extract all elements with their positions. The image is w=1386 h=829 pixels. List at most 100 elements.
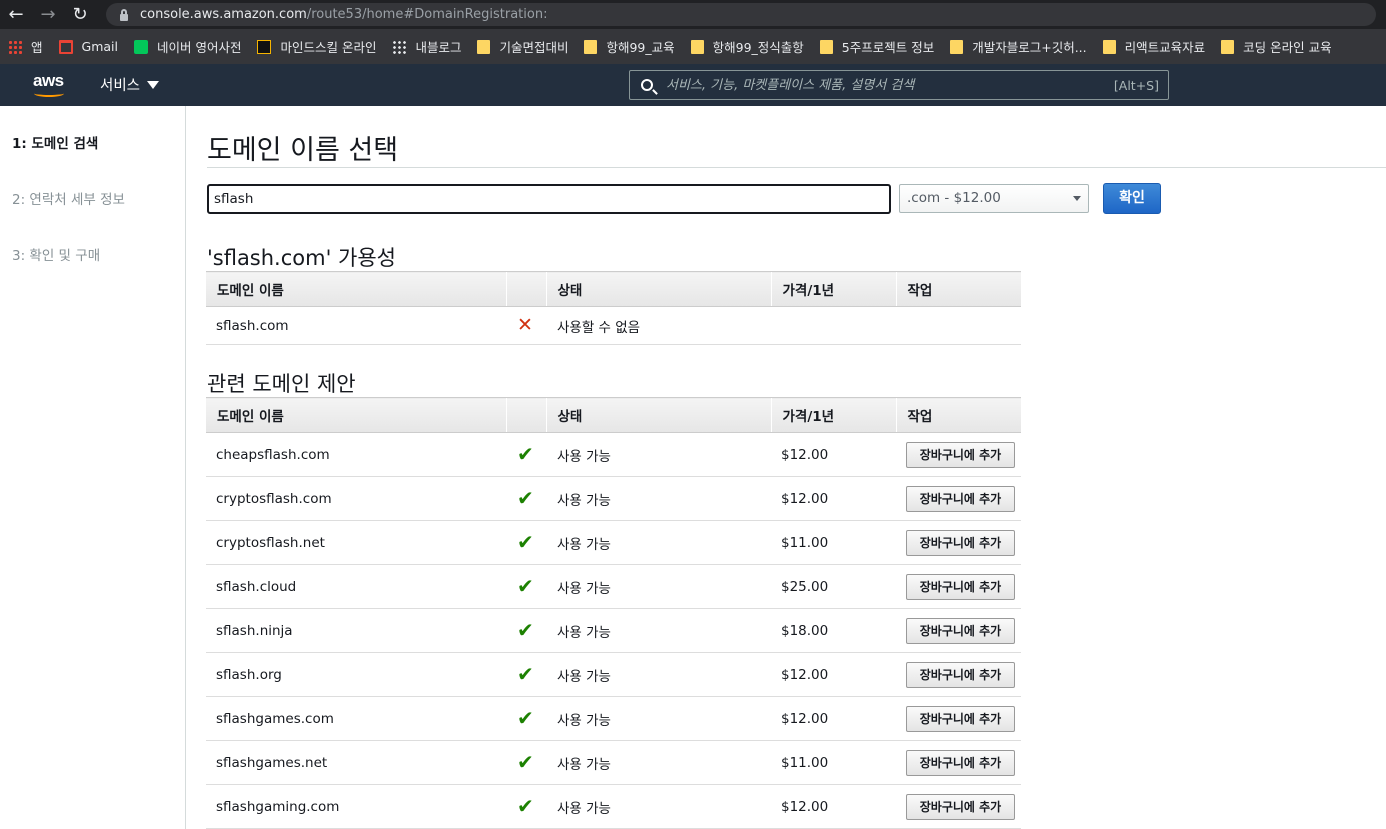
add-to-cart-button[interactable]: 장바구니에 추가 <box>906 749 1015 776</box>
domain-name: sflash.org <box>206 652 506 697</box>
price <box>771 306 896 345</box>
aws-console-header: aws 서비스 [Alt+S] <box>0 64 1386 106</box>
bookmark-naver-dict[interactable]: 네이버 영어사전 <box>133 37 241 56</box>
availability-heading: 'sflash.com' 가용성 <box>207 246 396 270</box>
reload-icon[interactable]: ↻ <box>64 0 96 29</box>
add-to-cart-button[interactable]: 장바구니에 추가 <box>906 485 1015 512</box>
domain-name: cheapsflash.com <box>206 432 506 477</box>
add-to-cart-button[interactable]: 장바구니에 추가 <box>906 705 1015 732</box>
forward-arrow-icon[interactable]: → <box>32 0 64 29</box>
blog-icon <box>392 39 407 54</box>
col-status: 상태 <box>545 397 771 433</box>
available-check-icon: ✔ <box>517 662 534 686</box>
bookmark-gmail[interactable]: Gmail <box>58 39 118 54</box>
unavailable-x-icon: ✕ <box>517 314 533 336</box>
aws-smile-icon <box>34 90 64 97</box>
status-text: 사용 가능 <box>546 696 771 741</box>
status-text: 사용 가능 <box>546 520 771 565</box>
page-title: 도메인 이름 선택 <box>207 135 399 166</box>
price: $12.00 <box>771 652 896 697</box>
step-review-purchase[interactable]: 3: 확인 및 구매 <box>12 244 100 264</box>
col-domain-name: 도메인 이름 <box>206 271 506 307</box>
available-check-icon: ✔ <box>517 750 534 774</box>
bookmark-label: 리액트교육자료 <box>1124 40 1206 55</box>
lock-icon <box>118 8 130 21</box>
price: $11.00 <box>771 740 896 785</box>
col-price: 가격/1년 <box>770 271 896 307</box>
table-row: sflashgames.com ✔ 사용 가능 $12.00 장바구니에 추가 <box>206 696 1021 741</box>
tld-select-value: .com - $12.00 <box>907 190 1001 206</box>
table-header-row: 도메인 이름 상태 가격/1년 작업 <box>206 271 1021 307</box>
status-text: 사용 가능 <box>546 432 771 477</box>
dropdown-arrow-icon <box>1073 196 1081 201</box>
price: $25.00 <box>771 564 896 609</box>
bookmark-label: 앱 <box>31 40 43 55</box>
bookmark-apps[interactable]: 앱 <box>8 37 43 56</box>
folder-icon <box>819 39 833 54</box>
tld-select[interactable]: .com - $12.00 <box>899 184 1089 213</box>
bookmark-label: 항해99_교육 <box>606 40 675 55</box>
bookmark-label: Gmail <box>81 39 118 54</box>
price: $11.00 <box>771 520 896 565</box>
browser-toolbar: ← → ↻ console.aws.amazon.com/route53/hom… <box>0 0 1386 29</box>
domain-name: sflash.cloud <box>206 564 506 609</box>
address-bar[interactable]: console.aws.amazon.com/route53/home#Doma… <box>106 3 1376 26</box>
naver-dict-icon <box>133 39 148 54</box>
price: $12.00 <box>771 476 896 521</box>
bookmark-mindskill[interactable]: 마인드스킬 온라인 <box>257 37 376 56</box>
table-row: sflash.com ✕ 사용할 수 없음 <box>206 306 1021 345</box>
available-check-icon: ✔ <box>517 574 534 598</box>
folder-icon <box>690 39 704 54</box>
back-arrow-icon[interactable]: ← <box>0 0 32 29</box>
bookmarks-bar: 앱 Gmail 네이버 영어사전 마인드스킬 온라인 내블로그 기술면접대비 항… <box>0 29 1386 64</box>
domain-name: sflash.com <box>206 306 506 345</box>
bookmark-folder[interactable]: 리액트교육자료 <box>1102 37 1206 56</box>
step-contact-details[interactable]: 2: 연락처 세부 정보 <box>12 188 125 208</box>
bookmark-blog[interactable]: 내블로그 <box>392 37 461 56</box>
domain-name-input[interactable] <box>207 184 891 214</box>
add-to-cart-button[interactable]: 장바구니에 추가 <box>906 441 1015 468</box>
bookmark-folder[interactable]: 개발자블로그+깃허... <box>950 37 1087 56</box>
bookmark-folder[interactable]: 항해99_정식출항 <box>690 37 804 56</box>
console-search[interactable]: [Alt+S] <box>629 70 1169 100</box>
domain-name: sflashgames.net <box>206 740 506 785</box>
status-text: 사용 가능 <box>546 652 771 697</box>
wizard-steps: 1: 도메인 검색 2: 연락처 세부 정보 3: 확인 및 구매 <box>0 106 186 829</box>
services-menu-button[interactable]: 서비스 <box>100 74 160 95</box>
available-check-icon: ✔ <box>517 530 534 554</box>
mindskill-icon <box>257 39 272 54</box>
check-button[interactable]: 확인 <box>1103 183 1161 214</box>
bookmark-label: 내블로그 <box>415 40 462 55</box>
add-to-cart-button[interactable]: 장바구니에 추가 <box>906 573 1015 600</box>
bookmark-label: 마인드스킬 온라인 <box>280 40 377 55</box>
console-search-input[interactable] <box>666 75 1106 95</box>
col-action: 작업 <box>895 271 1021 307</box>
bookmark-label: 개발자블로그+깃허... <box>972 40 1087 55</box>
gmail-icon <box>58 39 73 54</box>
domain-name: cryptosflash.com <box>206 476 506 521</box>
folder-icon <box>950 39 964 54</box>
folder-icon <box>477 39 491 54</box>
domain-name: sflashgaming.com <box>206 784 506 829</box>
col-status: 상태 <box>545 271 771 307</box>
col-action: 작업 <box>895 397 1021 433</box>
availability-table: 도메인 이름 상태 가격/1년 작업 sflash.com ✕ 사용할 수 없음 <box>206 271 1021 345</box>
bookmark-folder[interactable]: 5주프로젝트 정보 <box>819 37 934 56</box>
price: $12.00 <box>771 432 896 477</box>
domain-name: cryptosflash.net <box>206 520 506 565</box>
search-shortcut-hint: [Alt+S] <box>1113 78 1159 93</box>
add-to-cart-button[interactable]: 장바구니에 추가 <box>906 529 1015 556</box>
status-text: 사용 가능 <box>546 740 771 785</box>
url-host: console.aws.amazon.com <box>140 7 307 22</box>
bookmark-folder[interactable]: 코딩 온라인 교육 <box>1221 37 1332 56</box>
aws-logo[interactable]: aws <box>32 71 68 98</box>
bookmark-folder[interactable]: 기술면접대비 <box>477 37 568 56</box>
add-to-cart-button[interactable]: 장바구니에 추가 <box>906 661 1015 688</box>
title-divider <box>207 167 1386 168</box>
action <box>896 306 1021 345</box>
add-to-cart-button[interactable]: 장바구니에 추가 <box>906 793 1015 820</box>
bookmark-folder[interactable]: 항해99_교육 <box>584 37 675 56</box>
step-domain-search[interactable]: 1: 도메인 검색 <box>12 132 98 152</box>
available-check-icon: ✔ <box>517 486 534 510</box>
add-to-cart-button[interactable]: 장바구니에 추가 <box>906 617 1015 644</box>
